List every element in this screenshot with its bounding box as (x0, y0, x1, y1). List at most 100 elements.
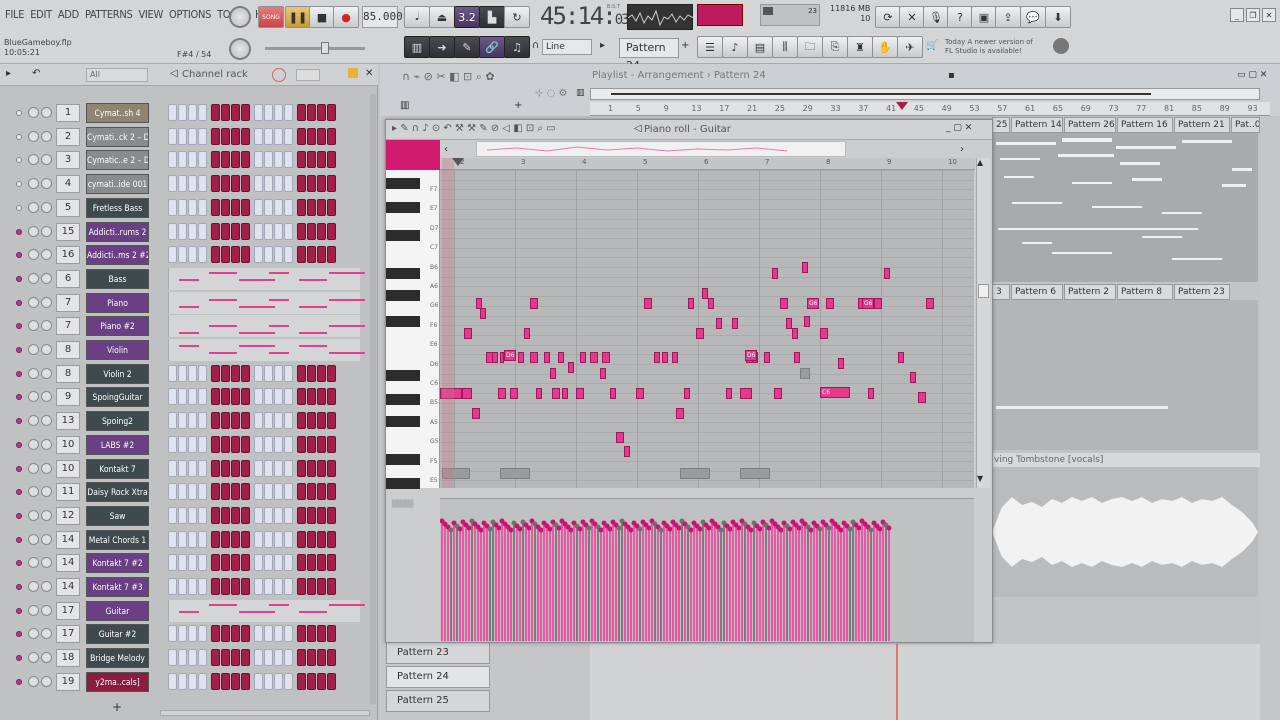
step-button[interactable] (221, 198, 230, 216)
velocity-handle[interactable] (706, 525, 712, 531)
scroll-thumb[interactable] (611, 93, 1151, 95)
step-button[interactable] (284, 175, 293, 193)
step-button[interactable] (317, 435, 326, 453)
step-button[interactable] (307, 222, 316, 240)
step-button[interactable] (284, 222, 293, 240)
step-button[interactable] (198, 388, 207, 406)
step-button[interactable] (241, 175, 250, 193)
step-button[interactable] (241, 625, 250, 643)
step-button[interactable] (297, 151, 306, 169)
playlist-clips-area[interactable] (992, 132, 1258, 282)
step-button[interactable] (327, 625, 336, 643)
recording-button[interactable]: 🎙 (923, 6, 949, 28)
plugin-db-button[interactable]: ♜ (847, 36, 873, 58)
velocity-handle[interactable] (856, 525, 862, 531)
step-button[interactable] (327, 388, 336, 406)
velocity-handle[interactable] (478, 527, 484, 533)
step-button[interactable] (221, 506, 230, 524)
note[interactable] (708, 298, 714, 309)
channel-name-button[interactable]: Bridge Melody (86, 648, 149, 669)
step-button[interactable] (241, 649, 250, 667)
step-button[interactable] (221, 127, 230, 145)
step-button[interactable] (221, 459, 230, 477)
step-button[interactable] (168, 412, 177, 430)
step-button[interactable] (264, 388, 273, 406)
velocity-handle[interactable] (847, 526, 853, 532)
mixer-button[interactable]: ⫼ (772, 36, 798, 58)
note[interactable] (616, 432, 624, 443)
step-button[interactable] (274, 554, 283, 572)
black-key[interactable] (386, 290, 420, 301)
master-volume-knob[interactable] (229, 6, 251, 28)
pattern-list-item[interactable]: Pattern 25 (386, 690, 490, 712)
step-button[interactable] (168, 578, 177, 595)
velocity-handle[interactable] (697, 526, 703, 532)
step-button[interactable] (211, 435, 220, 453)
step-button[interactable] (264, 198, 273, 216)
step-button[interactable] (317, 554, 326, 572)
channel-color-tab[interactable] (386, 140, 440, 172)
channel-mute-led[interactable] (16, 157, 22, 164)
step-button[interactable] (307, 625, 316, 643)
audio-clip-waveform[interactable] (992, 467, 1258, 597)
channel-mixer-track[interactable]: 17 (56, 625, 80, 644)
note[interactable] (884, 268, 890, 279)
channel-pan-knob[interactable] (28, 178, 39, 190)
step-button[interactable] (211, 578, 220, 595)
note[interactable] (898, 352, 904, 363)
step-button[interactable] (241, 198, 250, 216)
velocity-handle[interactable] (607, 526, 613, 532)
velocity-handle[interactable] (496, 525, 502, 531)
channel-mixer-track[interactable]: 8 (56, 364, 80, 383)
step-button[interactable] (178, 649, 187, 667)
velocity-handle[interactable] (517, 526, 523, 532)
mini-piano-roll-preview[interactable] (168, 339, 365, 361)
step-button[interactable] (178, 151, 187, 169)
tools-button[interactable]: ✕ (899, 6, 925, 28)
channel-volume-knob[interactable] (41, 201, 52, 213)
step-button[interactable] (317, 198, 326, 216)
step-button[interactable] (284, 483, 293, 501)
note[interactable] (624, 446, 630, 457)
step-button[interactable] (307, 388, 316, 406)
velocity-handle[interactable] (667, 526, 673, 532)
channel-mute-led[interactable] (16, 323, 22, 330)
velocity-handle[interactable] (487, 526, 493, 532)
channel-pan-knob[interactable] (28, 225, 39, 237)
pattern-clip[interactable]: 25 (992, 117, 1010, 133)
pattern-list-item-selected[interactable]: Pattern 24 (386, 666, 490, 688)
step-button[interactable] (221, 364, 230, 382)
black-key[interactable] (386, 202, 420, 213)
magnet-icon[interactable]: ∩ (532, 40, 539, 51)
step-button[interactable] (211, 649, 220, 667)
note[interactable] (562, 388, 568, 399)
step-button[interactable] (297, 554, 306, 572)
velocity-handle[interactable] (808, 527, 814, 533)
velocity-handle[interactable] (508, 527, 514, 533)
step-button[interactable] (178, 412, 187, 430)
channel-name-button[interactable]: Kontakt 7 #3 (86, 577, 149, 597)
wait-input-button[interactable]: ⏏ (429, 6, 455, 28)
slider-handle[interactable] (321, 42, 329, 54)
step-button[interactable] (307, 127, 316, 145)
note-overview-scrollbar[interactable] (476, 141, 846, 157)
step-button[interactable] (198, 506, 207, 524)
step-button[interactable] (254, 198, 263, 216)
step-button[interactable] (297, 104, 306, 121)
velocity-handle[interactable] (766, 525, 772, 531)
channel-pan-knob[interactable] (28, 130, 39, 142)
step-button[interactable] (327, 104, 336, 121)
step-button[interactable] (284, 198, 293, 216)
step-button[interactable] (188, 672, 197, 690)
step-button[interactable] (284, 104, 293, 121)
step-button[interactable] (254, 483, 263, 501)
channel-pan-knob[interactable] (28, 391, 39, 403)
velocity-handle[interactable] (457, 526, 463, 532)
step-button[interactable] (221, 222, 230, 240)
close-icon[interactable]: ✕ (1262, 8, 1276, 22)
pattern-list-item[interactable]: Pattern 23 (386, 642, 490, 664)
step-button[interactable] (284, 151, 293, 169)
event-selector[interactable]: ▒▒▒▒ (392, 500, 432, 508)
step-button[interactable] (254, 649, 263, 667)
channel-name-button[interactable]: Cymat..sh 4 (86, 103, 149, 123)
